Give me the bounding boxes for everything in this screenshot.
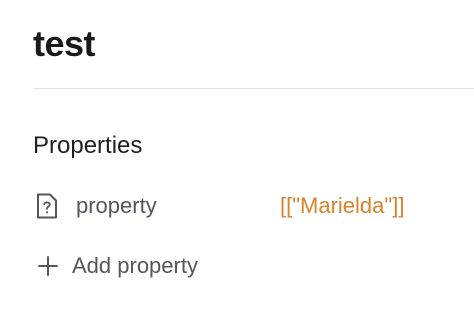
add-property-label: Add property [72,253,198,278]
note-page: test Properties property [["Marielda"]] … [0,0,474,313]
properties-heading: Properties [33,132,143,159]
question-file-icon[interactable] [33,191,61,221]
property-name[interactable]: property [76,191,157,221]
property-row[interactable]: property [["Marielda"]] [33,188,453,224]
add-property-button[interactable]: Add property [36,249,236,283]
title-divider [33,88,474,89]
page-title[interactable]: test [33,22,96,66]
plus-icon [36,254,60,278]
property-value[interactable]: [["Marielda"]] [280,191,404,221]
